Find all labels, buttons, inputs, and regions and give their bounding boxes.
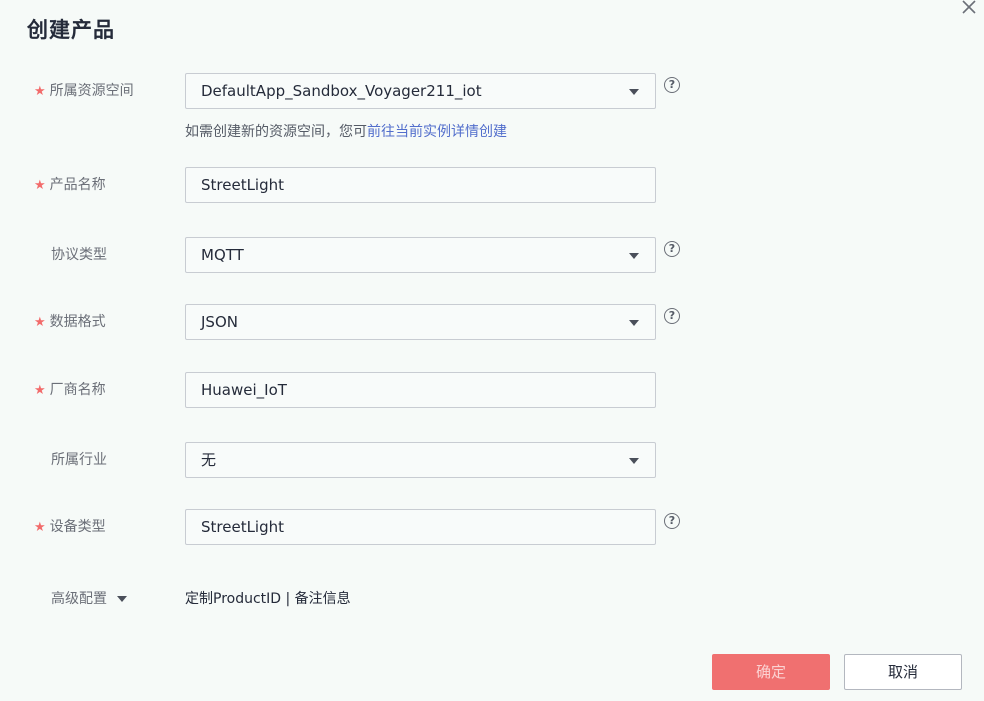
resource-space-value: DefaultApp_Sandbox_Voyager211_iot (201, 82, 482, 100)
help-icon[interactable]: ? (664, 513, 680, 529)
product-name-value: StreetLight (201, 176, 285, 194)
confirm-button[interactable]: 确定 (712, 654, 830, 690)
industry-select[interactable]: 无 (185, 442, 656, 478)
advanced-config-toggle[interactable]: 高级配置 (51, 588, 127, 608)
required-star-icon: ★ (34, 178, 46, 193)
dialog-title: 创建产品 (27, 18, 115, 42)
chevron-down-icon (629, 320, 639, 326)
hint-text: 如需创建新的资源空间，您可 (185, 124, 367, 140)
data-format-select[interactable]: JSON (185, 304, 656, 340)
device-type-input[interactable]: StreetLight (185, 509, 656, 545)
help-icon[interactable]: ? (664, 308, 680, 324)
product-name-input[interactable]: StreetLight (185, 167, 656, 203)
product-name-label: 产品名称 (49, 177, 106, 193)
device-type-label: 设备类型 (49, 519, 106, 535)
protocol-label: 协议类型 (51, 247, 107, 263)
row-resource-space: ★ 所属资源空间 DefaultApp_Sandbox_Voyager211_io… (0, 73, 984, 109)
resource-space-label: 所属资源空间 (49, 83, 134, 99)
row-device-type: ★ 设备类型 StreetLight ? (0, 509, 984, 545)
caret-down-icon (117, 596, 127, 602)
advanced-config-summary: 定制ProductID | 备注信息 (185, 591, 351, 607)
data-format-label: 数据格式 (49, 314, 106, 330)
cancel-button[interactable]: 取消 (844, 654, 962, 690)
row-protocol: 协议类型 MQTT ? (0, 237, 984, 273)
chevron-down-icon (629, 253, 639, 259)
close-icon (962, 0, 976, 14)
protocol-value: MQTT (201, 246, 244, 264)
required-star-icon: ★ (34, 315, 46, 330)
required-star-icon: ★ (34, 520, 46, 535)
industry-label: 所属行业 (51, 452, 107, 468)
resource-space-select[interactable]: DefaultApp_Sandbox_Voyager211_iot (185, 73, 656, 109)
resource-space-hint: 如需创建新的资源空间，您可前往当前实例详情创建 (185, 121, 507, 141)
required-star-icon: ★ (34, 84, 46, 99)
row-industry: 所属行业 无 (0, 442, 984, 478)
create-resource-space-link[interactable]: 前往当前实例详情创建 (367, 124, 507, 140)
close-button[interactable] (958, 0, 980, 18)
help-icon[interactable]: ? (664, 77, 680, 93)
industry-value: 无 (201, 451, 217, 469)
help-icon[interactable]: ? (664, 241, 680, 257)
device-type-value: StreetLight (201, 518, 285, 536)
row-data-format: ★ 数据格式 JSON ? (0, 304, 984, 340)
protocol-select[interactable]: MQTT (185, 237, 656, 273)
chevron-down-icon (629, 458, 639, 464)
advanced-config-label: 高级配置 (51, 591, 107, 607)
required-star-icon: ★ (34, 383, 46, 398)
manufacturer-value: Huawei_IoT (201, 381, 287, 399)
manufacturer-input[interactable]: Huawei_IoT (185, 372, 656, 408)
row-product-name: ★ 产品名称 StreetLight (0, 167, 984, 203)
data-format-value: JSON (201, 313, 238, 331)
chevron-down-icon (629, 89, 639, 95)
row-manufacturer: ★ 厂商名称 Huawei_IoT (0, 372, 984, 408)
manufacturer-label: 厂商名称 (49, 382, 106, 398)
